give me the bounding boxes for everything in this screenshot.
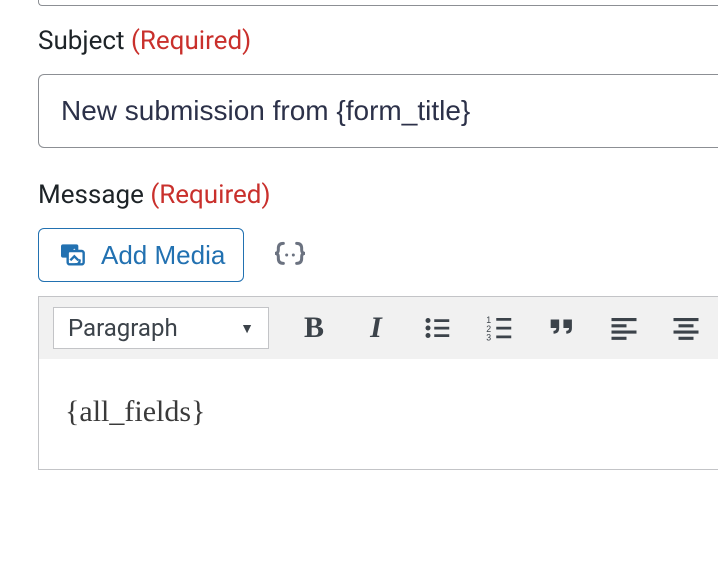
format-select[interactable]: Paragraph ▼ — [53, 307, 269, 349]
editor-toolbar: Paragraph ▼ B I 1 2 3 — [39, 297, 718, 359]
subject-label-text: Subject — [38, 26, 125, 56]
message-label-text: Message — [38, 180, 144, 210]
bold-button[interactable]: B — [297, 311, 331, 345]
merge-tag-button[interactable] — [270, 235, 310, 275]
subject-label: Subject (Required) — [38, 26, 718, 56]
italic-button[interactable]: I — [359, 311, 393, 345]
blockquote-button[interactable] — [545, 311, 579, 345]
message-editor[interactable]: {all_fields} — [39, 359, 718, 469]
bullet-list-button[interactable] — [421, 311, 455, 345]
numbered-list-button[interactable]: 1 2 3 — [483, 311, 517, 345]
subject-required: (Required) — [131, 26, 251, 56]
align-center-button[interactable] — [669, 311, 703, 345]
add-media-button[interactable]: Add Media — [38, 228, 244, 282]
message-label: Message (Required) — [38, 180, 718, 210]
add-media-label: Add Media — [101, 240, 225, 271]
editor-container: Paragraph ▼ B I 1 2 3 — [38, 296, 718, 470]
media-icon — [57, 239, 89, 271]
message-required: (Required) — [150, 180, 270, 210]
align-left-button[interactable] — [607, 311, 641, 345]
previous-field-bottom-edge — [38, 0, 718, 6]
message-button-row: Add Media — [38, 228, 718, 282]
subject-input[interactable] — [38, 74, 718, 148]
chevron-down-icon: ▼ — [240, 320, 254, 337]
format-selected-label: Paragraph — [68, 314, 178, 342]
svg-text:3: 3 — [486, 333, 491, 343]
